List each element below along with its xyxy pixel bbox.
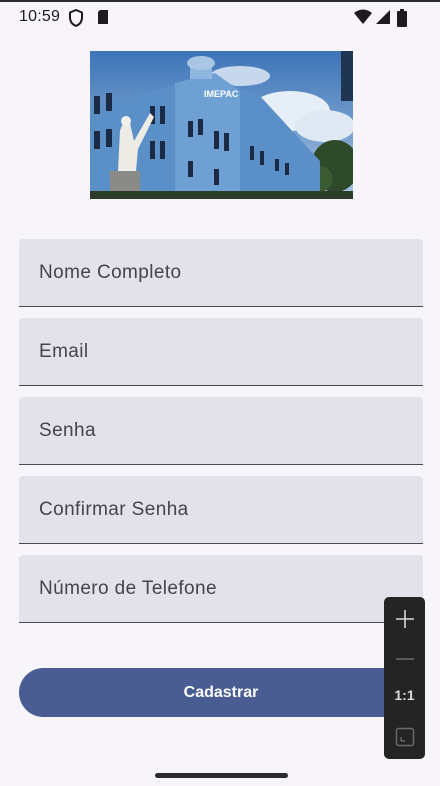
field-label: Senha	[39, 420, 96, 441]
password-field[interactable]: Senha	[19, 397, 423, 465]
zoom-in-icon[interactable]	[384, 609, 425, 634]
field-label: Nome Completo	[39, 262, 182, 283]
cell-signal-icon	[375, 9, 391, 30]
field-label: Número de Telefone	[39, 578, 217, 599]
battery-icon	[397, 9, 407, 32]
status-time: 10:59	[19, 8, 61, 25]
zoom-out-icon[interactable]	[384, 649, 425, 674]
hero-sign-text: IMEPAC	[204, 89, 239, 99]
fit-screen-icon[interactable]	[384, 727, 425, 752]
status-bar: 10:59	[0, 2, 440, 32]
wifi-icon	[353, 9, 373, 30]
hero-image: IMEPAC	[90, 51, 353, 199]
shield-icon	[68, 8, 84, 32]
gesture-nav-handle[interactable]	[155, 773, 288, 778]
sd-card-icon	[97, 9, 109, 30]
register-button[interactable]: Cadastrar	[19, 668, 423, 717]
confirm-password-field[interactable]: Confirmar Senha	[19, 476, 423, 544]
full-name-field[interactable]: Nome Completo	[19, 239, 423, 307]
email-field[interactable]: Email	[19, 318, 423, 386]
zoom-controls: 1:1	[384, 597, 425, 759]
phone-field[interactable]: Número de Telefone	[19, 555, 423, 623]
field-label: Email	[39, 341, 89, 362]
zoom-reset-button[interactable]: 1:1	[384, 687, 425, 703]
field-label: Confirmar Senha	[39, 499, 189, 520]
